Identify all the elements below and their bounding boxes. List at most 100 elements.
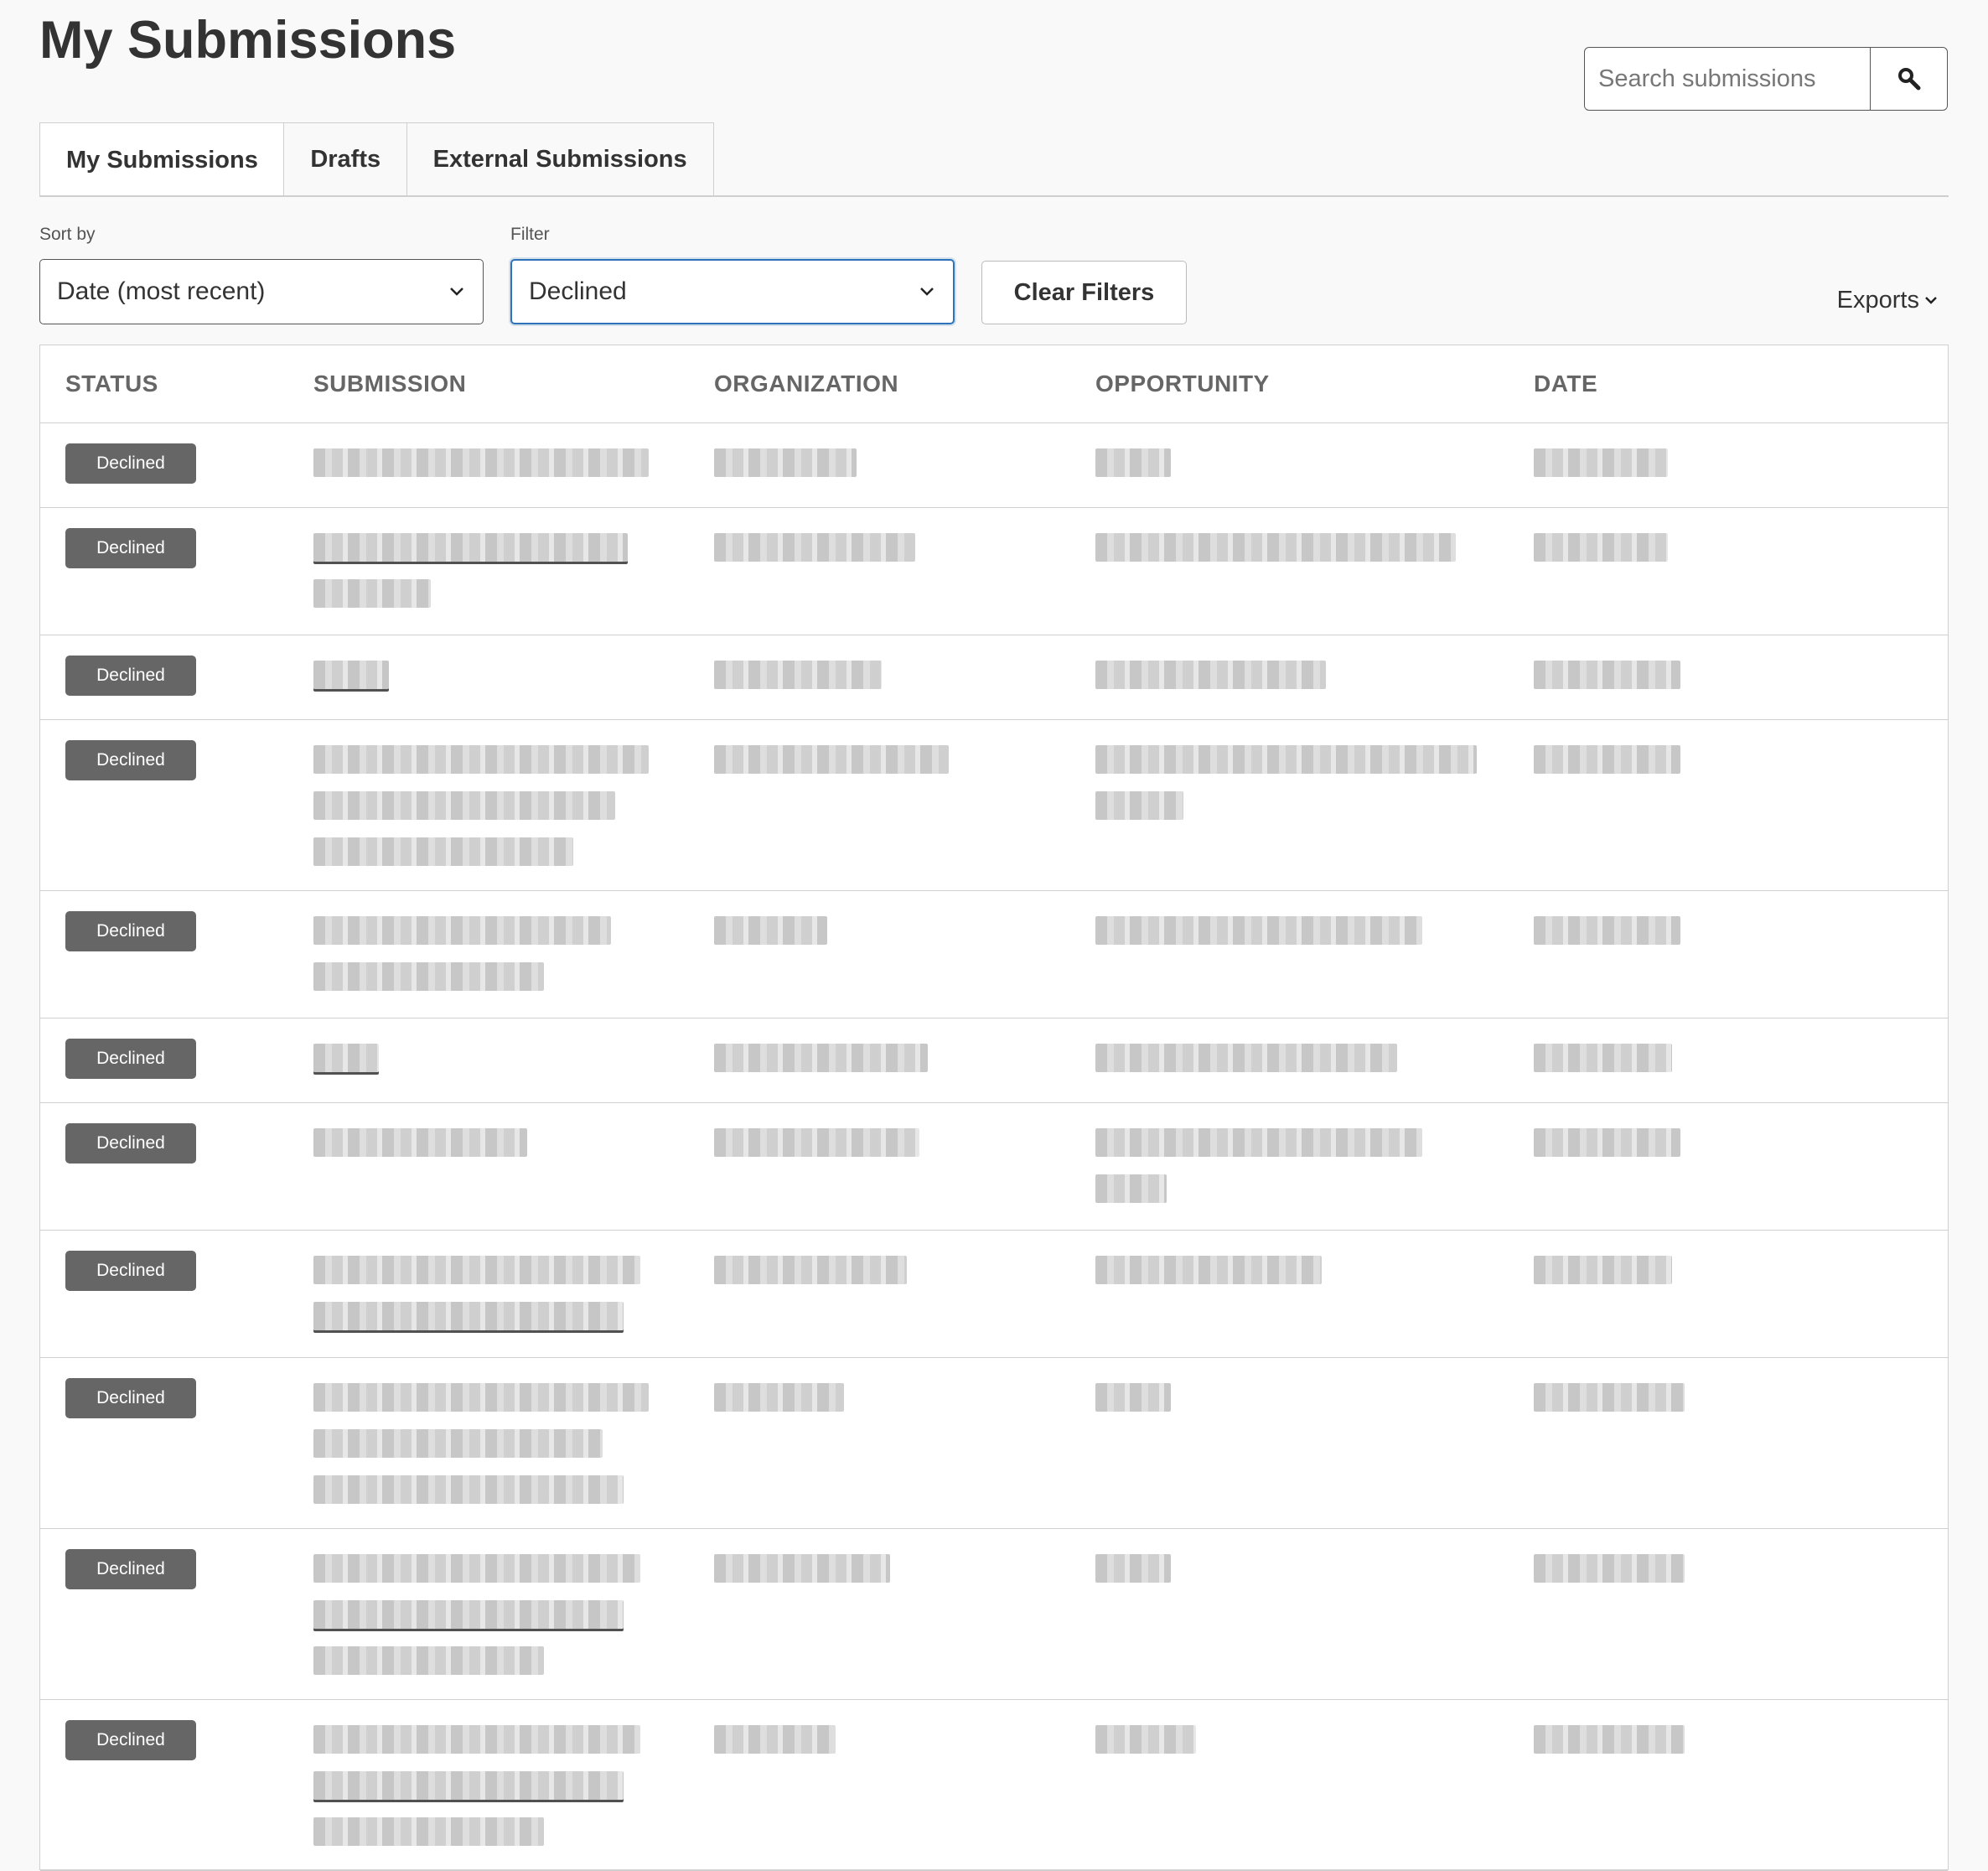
submission-redacted-text[interactable] <box>313 1725 640 1754</box>
date-redacted-text <box>1534 1256 1672 1284</box>
submissions-table: STATUS SUBMISSION ORGANIZATION OPPORTUNI… <box>39 345 1949 1871</box>
submission-redacted-text[interactable] <box>313 1817 544 1846</box>
submission-redacted-text[interactable] <box>313 448 649 477</box>
search-input[interactable] <box>1585 48 1870 110</box>
chevron-down-icon <box>920 288 934 296</box>
date-content <box>1534 423 1948 477</box>
table-row[interactable]: Declined <box>40 422 1948 508</box>
submission-content <box>313 720 714 866</box>
column-header-opportunity: OPPORTUNITY <box>1095 345 1534 423</box>
tab-external-submissions[interactable]: External Submissions <box>406 122 714 196</box>
search-button[interactable] <box>1870 48 1947 110</box>
opportunity-redacted-text <box>1095 1554 1171 1583</box>
filter-select[interactable]: Declined <box>510 259 955 324</box>
status-badge: Declined <box>65 1720 196 1760</box>
submission-redacted-text[interactable] <box>313 1302 624 1330</box>
submission-redacted-text[interactable] <box>313 1554 640 1583</box>
table-row[interactable]: Declined <box>40 1357 1948 1529</box>
table-row[interactable]: Declined <box>40 890 1948 1018</box>
date-content <box>1534 891 1948 945</box>
page-title: My Submissions <box>39 11 457 70</box>
table-row[interactable]: Declined <box>40 1230 1948 1358</box>
organization-redacted-text <box>714 1554 890 1583</box>
submission-content <box>313 1529 714 1675</box>
organization-content <box>714 1103 1095 1157</box>
submission-redacted-text[interactable] <box>313 962 544 991</box>
organization-content <box>714 508 1095 562</box>
opportunity-redacted-text <box>1095 791 1183 820</box>
organization-content <box>714 1018 1095 1072</box>
tab-my-submissions[interactable]: My Submissions <box>39 122 285 197</box>
tab-drafts[interactable]: Drafts <box>283 122 408 196</box>
submission-redacted-text[interactable] <box>313 1429 603 1458</box>
date-cell <box>1534 1102 1948 1231</box>
submission-redacted-text[interactable] <box>313 916 611 945</box>
date-cell <box>1534 1357 1948 1529</box>
opportunity-cell <box>1095 635 1534 720</box>
date-cell <box>1534 719 1948 891</box>
sort-select[interactable]: Date (most recent) <box>39 259 484 324</box>
submission-redacted-text[interactable] <box>313 837 573 866</box>
date-content <box>1534 1358 1948 1412</box>
organization-content <box>714 423 1095 477</box>
date-redacted-text <box>1534 533 1668 562</box>
table-row[interactable]: Declined <box>40 1018 1948 1103</box>
organization-cell <box>714 1230 1095 1358</box>
sort-label: Sort by <box>39 225 96 244</box>
submission-cell <box>313 890 714 1018</box>
submission-redacted-text[interactable] <box>313 1475 624 1504</box>
submission-redacted-text[interactable] <box>313 791 615 820</box>
opportunity-content <box>1095 635 1534 689</box>
organization-cell <box>714 890 1095 1018</box>
submission-content <box>313 1358 714 1504</box>
status-cell: Declined <box>40 1230 313 1358</box>
submission-redacted-text[interactable] <box>313 1256 640 1284</box>
organization-redacted-text <box>714 1725 836 1754</box>
organization-redacted-text <box>714 533 915 562</box>
submission-redacted-text[interactable] <box>313 533 628 562</box>
submission-cell <box>313 719 714 891</box>
submission-redacted-text[interactable] <box>313 1044 379 1072</box>
status-badge: Declined <box>65 911 196 951</box>
search-box <box>1584 47 1948 111</box>
organization-content <box>714 1700 1095 1754</box>
column-header-status: STATUS <box>40 345 313 423</box>
opportunity-redacted-text <box>1095 1256 1322 1284</box>
organization-cell <box>714 635 1095 720</box>
opportunity-content <box>1095 720 1534 820</box>
organization-redacted-text <box>714 661 882 689</box>
submission-redacted-text[interactable] <box>313 1383 649 1412</box>
opportunity-content <box>1095 508 1534 562</box>
submission-redacted-text[interactable] <box>313 1600 624 1629</box>
submission-redacted-text[interactable] <box>313 1646 544 1675</box>
column-header-date: DATE <box>1534 345 1948 423</box>
date-content <box>1534 635 1948 689</box>
table-row[interactable]: Declined <box>40 1102 1948 1231</box>
clear-filters-button[interactable]: Clear Filters <box>981 261 1187 324</box>
chevron-down-icon <box>1925 297 1937 304</box>
submission-redacted-text[interactable] <box>313 661 389 689</box>
submission-content <box>313 1700 714 1846</box>
organization-content <box>714 1231 1095 1284</box>
submission-content <box>313 891 714 991</box>
date-redacted-text <box>1534 1044 1672 1072</box>
date-content <box>1534 1103 1948 1157</box>
exports-menu[interactable]: Exports <box>1837 287 1938 314</box>
opportunity-content <box>1095 1018 1534 1072</box>
table-row[interactable]: Declined <box>40 719 1948 891</box>
opportunity-cell <box>1095 1102 1534 1231</box>
submission-redacted-text[interactable] <box>313 579 431 608</box>
table-row[interactable]: Declined <box>40 635 1948 720</box>
submission-redacted-text[interactable] <box>313 1128 527 1157</box>
submission-redacted-text[interactable] <box>313 745 649 774</box>
opportunity-content <box>1095 1529 1534 1583</box>
table-row[interactable]: Declined <box>40 507 1948 635</box>
submission-cell <box>313 1357 714 1529</box>
submission-cell <box>313 1699 714 1871</box>
submission-cell <box>313 1528 714 1700</box>
submission-redacted-text[interactable] <box>313 1771 624 1800</box>
opportunity-content <box>1095 1358 1534 1412</box>
table-row[interactable]: Declined <box>40 1699 1948 1871</box>
date-cell <box>1534 890 1948 1018</box>
table-row[interactable]: Declined <box>40 1528 1948 1700</box>
